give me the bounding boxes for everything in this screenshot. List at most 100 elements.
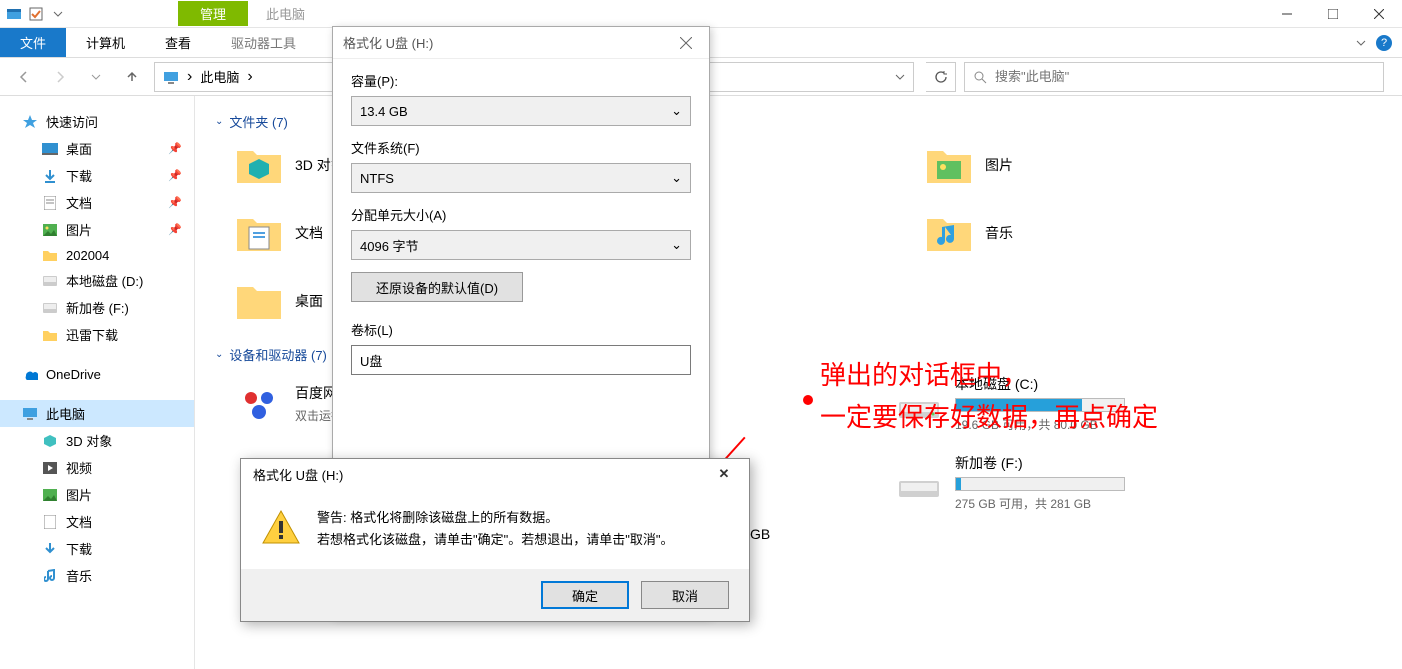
sidebar-item-drive-d[interactable]: 本地磁盘 (D:) <box>0 267 194 294</box>
sidebar-item-downloads[interactable]: 下载📌 <box>0 162 194 189</box>
group-label: 设备和驱动器 (7) <box>229 345 327 364</box>
folder-icon <box>42 247 58 263</box>
drive-detail: 19.6 GB 可用，共 80.0 GB <box>955 416 1125 433</box>
breadcrumb-segment[interactable]: 此电脑 <box>200 67 239 86</box>
checkbox-icon[interactable] <box>28 6 44 22</box>
sidebar-quick-access[interactable]: 快速访问 <box>0 108 194 135</box>
annotation-dot <box>803 395 813 405</box>
restore-defaults-button[interactable]: 还原设备的默认值(D) <box>351 272 523 302</box>
close-icon[interactable]: ✕ <box>711 461 737 487</box>
sidebar-item-label: 文档 <box>66 512 92 531</box>
sidebar-item-pictures[interactable]: 图片 <box>0 481 194 508</box>
maximize-button[interactable] <box>1310 0 1356 28</box>
manage-tab[interactable]: 管理 <box>178 1 248 26</box>
select-value: 13.4 GB <box>360 104 408 119</box>
capacity-select[interactable]: 13.4 GB⌄ <box>351 96 691 126</box>
sidebar-item-label: 本地磁盘 (D:) <box>66 271 143 290</box>
dialog-titlebar[interactable]: 格式化 U盘 (H:) ✕ <box>241 459 749 489</box>
allocation-select[interactable]: 4096 字节⌄ <box>351 230 691 260</box>
sidebar-item-label: 图片 <box>66 485 92 504</box>
tab-drive-tools[interactable]: 驱动器工具 <box>211 28 316 57</box>
sidebar-this-pc[interactable]: 此电脑 <box>0 400 194 427</box>
downloads-icon <box>42 168 58 184</box>
sidebar-item-documents[interactable]: 文档📌 <box>0 189 194 216</box>
tab-file[interactable]: 文件 <box>0 28 66 57</box>
drive-icon <box>42 300 58 316</box>
sidebar-item-music[interactable]: 音乐 <box>0 562 194 589</box>
sidebar-item-folder-202004[interactable]: 202004 <box>0 243 194 267</box>
sidebar-item-downloads[interactable]: 下载 <box>0 535 194 562</box>
baidu-icon <box>235 380 283 428</box>
star-icon <box>22 114 38 130</box>
3d-icon <box>42 433 58 449</box>
address-dropdown-icon[interactable] <box>895 72 905 82</box>
documents-icon <box>42 195 58 211</box>
refresh-button[interactable] <box>926 62 956 92</box>
onedrive-icon <box>22 366 38 382</box>
dialog-title: 格式化 U盘 (H:) <box>253 465 343 484</box>
sidebar-item-label: 下载 <box>66 166 92 185</box>
recent-dropdown[interactable] <box>82 63 110 91</box>
minimize-button[interactable] <box>1264 0 1310 28</box>
back-button[interactable] <box>10 63 38 91</box>
folder-icon <box>42 327 58 343</box>
pc-icon <box>22 406 38 422</box>
sidebar-onedrive[interactable]: OneDrive <box>0 362 194 386</box>
sidebar-item-videos[interactable]: 视频 <box>0 454 194 481</box>
folder-music[interactable]: 音乐 <box>925 209 1175 257</box>
pictures-icon <box>42 222 58 238</box>
sidebar-item-label: 视频 <box>66 458 92 477</box>
sidebar-item-label: 下载 <box>66 539 92 558</box>
tab-view[interactable]: 查看 <box>145 28 211 57</box>
drive-c[interactable]: 本地磁盘 (C:) 19.6 GB 可用，共 80.0 GB <box>895 374 1155 433</box>
drive-name: 新加卷 (F:) <box>955 453 1125 473</box>
videos-icon <box>42 460 58 476</box>
tab-computer[interactable]: 计算机 <box>66 28 145 57</box>
warning-line1: 警告: 格式化将删除该磁盘上的所有数据。 <box>317 507 673 529</box>
chevron-down-icon: ⌄ <box>671 170 682 186</box>
warning-icon <box>261 507 301 547</box>
cancel-button[interactable]: 取消 <box>641 581 729 609</box>
drive-name: 本地磁盘 (C:) <box>955 374 1125 394</box>
sidebar-item-label: 音乐 <box>66 566 92 585</box>
ribbon-expand-icon[interactable] <box>1356 38 1366 48</box>
folder-label: 音乐 <box>985 223 1013 243</box>
filesystem-select[interactable]: NTFS⌄ <box>351 163 691 193</box>
sidebar: 快速访问 桌面📌 下载📌 文档📌 图片 📌 202004 本地磁盘 (D:) 新加… <box>0 96 195 669</box>
help-icon[interactable]: ? <box>1376 35 1392 51</box>
dialog-titlebar[interactable]: 格式化 U盘 (H:) <box>333 27 709 59</box>
capacity-label: 容量(P): <box>351 71 691 90</box>
sidebar-item-drive-f[interactable]: 新加卷 (F:) <box>0 294 194 321</box>
sidebar-item-label: 新加卷 (F:) <box>66 298 129 317</box>
sidebar-item-label: 图片 <box>66 220 92 239</box>
sidebar-item-desktop[interactable]: 桌面📌 <box>0 135 194 162</box>
sidebar-item-documents[interactable]: 文档 <box>0 508 194 535</box>
search-input[interactable] <box>995 69 1375 84</box>
folder-icon <box>235 277 283 325</box>
app-icon <box>6 6 22 22</box>
up-button[interactable] <box>118 63 146 91</box>
group-label: 文件夹 (7) <box>229 112 288 131</box>
sidebar-item-3d[interactable]: 3D 对象 <box>0 427 194 454</box>
folder-pictures[interactable]: 图片 <box>925 141 1175 189</box>
filesystem-label: 文件系统(F) <box>351 138 691 157</box>
pin-icon: 📌 <box>168 223 182 236</box>
sidebar-item-label: 文档 <box>66 193 92 212</box>
ok-button[interactable]: 确定 <box>541 581 629 609</box>
close-icon[interactable] <box>673 30 699 56</box>
sidebar-item-thunder[interactable]: 迅雷下载 <box>0 321 194 348</box>
volume-input[interactable] <box>351 345 691 375</box>
close-button[interactable] <box>1356 0 1402 28</box>
breadcrumb-sep: › <box>247 68 252 86</box>
sidebar-item-pictures[interactable]: 图片 📌 <box>0 216 194 243</box>
music-icon <box>42 568 58 584</box>
folder-label: 桌面 <box>295 291 323 311</box>
drive-usage-bar <box>955 398 1125 412</box>
select-value: 4096 字节 <box>360 236 419 255</box>
dropdown-icon[interactable] <box>50 6 66 22</box>
folder-icon <box>925 209 973 257</box>
drive-f[interactable]: 新加卷 (F:) 275 GB 可用，共 281 GB <box>895 453 1155 512</box>
forward-button[interactable] <box>46 63 74 91</box>
sidebar-item-label: 快速访问 <box>46 112 98 131</box>
search-box[interactable] <box>964 62 1384 92</box>
